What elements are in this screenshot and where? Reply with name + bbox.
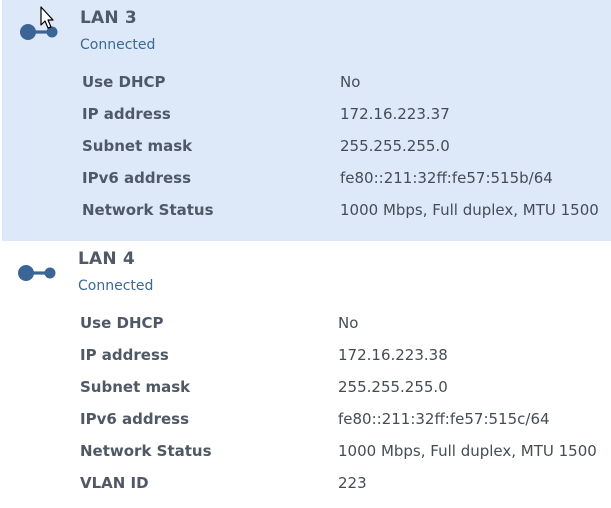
lan3-row-subnet-mask: Subnet mask 255.255.255.0 xyxy=(2,137,611,169)
lan3-ip-address-label: IP address xyxy=(82,105,171,123)
lan3-ip-address-value: 172.16.223.37 xyxy=(340,105,450,123)
lan4-row-network-status: Network Status 1000 Mbps, Full duplex, M… xyxy=(0,442,611,474)
lan4-subnet-mask-value: 255.255.255.0 xyxy=(338,378,448,396)
lan3-network-status-label: Network Status xyxy=(82,201,214,219)
lan3-row-network-status: Network Status 1000 Mbps, Full duplex, M… xyxy=(2,201,611,233)
lan3-row-ip-address: IP address 172.16.223.37 xyxy=(2,105,611,137)
lan4-row-use-dhcp: Use DHCP No xyxy=(0,314,611,346)
lan4-ip-address-value: 172.16.223.38 xyxy=(338,346,448,364)
lan4-vlan-id-value: 223 xyxy=(338,474,367,492)
lan4-card[interactable]: LAN 4 Connected Use DHCP No IP address 1… xyxy=(0,241,611,508)
lan4-network-status-value: 1000 Mbps, Full duplex, MTU 1500 xyxy=(338,442,597,460)
network-connection-icon xyxy=(18,265,56,281)
lan3-row-use-dhcp: Use DHCP No xyxy=(2,73,611,105)
lan3-ipv6-address-value: fe80::211:32ff:fe57:515b/64 xyxy=(340,169,553,187)
lan4-row-ipv6-address: IPv6 address fe80::211:32ff:fe57:515c/64 xyxy=(0,410,611,442)
lan3-row-ipv6-address: IPv6 address fe80::211:32ff:fe57:515b/64 xyxy=(2,169,611,201)
lan3-ipv6-address-label: IPv6 address xyxy=(82,169,192,187)
lan3-subnet-mask-value: 255.255.255.0 xyxy=(340,137,450,155)
lan3-subnet-mask-label: Subnet mask xyxy=(82,137,193,155)
lan3-network-status-value: 1000 Mbps, Full duplex, MTU 1500 xyxy=(340,201,599,219)
lan4-row-subnet-mask: Subnet mask 255.255.255.0 xyxy=(0,378,611,410)
lan3-card[interactable]: LAN 3 Connected Use DHCP No IP address 1… xyxy=(0,0,611,241)
lan4-row-vlan-id: VLAN ID 223 xyxy=(0,474,611,506)
lan4-network-status-label: Network Status xyxy=(80,442,212,460)
lan4-vlan-id-label: VLAN ID xyxy=(80,474,149,492)
mouse-pointer-icon xyxy=(40,6,54,29)
lan3-use-dhcp-value: No xyxy=(340,73,361,91)
lan4-ipv6-address-value: fe80::211:32ff:fe57:515c/64 xyxy=(338,410,550,428)
lan4-ipv6-address-label: IPv6 address xyxy=(80,410,190,428)
lan4-status: Connected xyxy=(78,278,154,294)
lan3-title: LAN 3 xyxy=(80,8,137,28)
lan3-use-dhcp-label: Use DHCP xyxy=(82,73,166,91)
lan4-row-ip-address: IP address 172.16.223.38 xyxy=(0,346,611,378)
lan4-ip-address-label: IP address xyxy=(80,346,169,364)
lan4-use-dhcp-value: No xyxy=(338,314,359,332)
lan4-title: LAN 4 xyxy=(78,249,135,269)
lan3-status: Connected xyxy=(80,37,156,53)
network-interface-list: LAN 3 Connected Use DHCP No IP address 1… xyxy=(0,0,611,508)
lan4-use-dhcp-label: Use DHCP xyxy=(80,314,164,332)
lan4-subnet-mask-label: Subnet mask xyxy=(80,378,191,396)
